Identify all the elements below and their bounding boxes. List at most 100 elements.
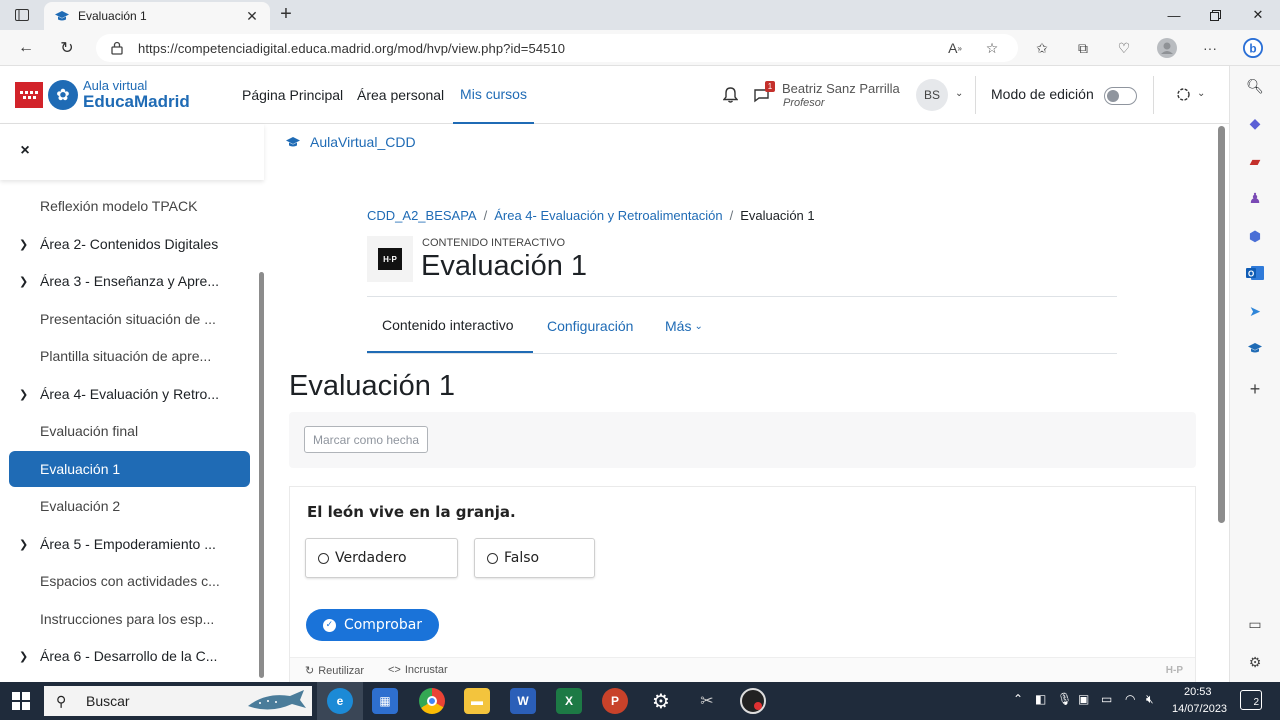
- extensions-icon[interactable]: ♡: [1114, 38, 1134, 58]
- course-index-item[interactable]: Instrucciones para los esp...: [9, 601, 250, 637]
- notifications-icon[interactable]: 2: [1240, 690, 1262, 710]
- settings-taskbar-icon[interactable]: ⚙: [648, 688, 674, 714]
- answer-verdadero[interactable]: Verdadero: [305, 538, 458, 578]
- nav-mis-cursos[interactable]: Mis cursos: [453, 66, 534, 124]
- user-name[interactable]: Beatriz Sanz Parrilla: [782, 81, 900, 96]
- microsoft365-icon[interactable]: ⬢: [1245, 226, 1265, 246]
- tray-app-icon[interactable]: ◧: [1035, 692, 1046, 706]
- drawer-scrollbar[interactable]: [259, 272, 264, 678]
- reuse-button[interactable]: ↻ Reutilizar: [305, 664, 364, 678]
- excel-taskbar-icon[interactable]: X: [556, 688, 582, 714]
- read-aloud-icon[interactable]: A»: [945, 38, 965, 58]
- powerpoint-taskbar-icon[interactable]: P: [602, 688, 628, 714]
- edit-mode-toggle[interactable]: [1104, 87, 1137, 105]
- user-menu-chevron-down-icon[interactable]: ⌄: [955, 88, 963, 99]
- store-taskbar-icon[interactable]: ▦: [372, 688, 398, 714]
- refresh-icon[interactable]: ↻: [56, 38, 78, 58]
- chrome-taskbar-icon[interactable]: [419, 688, 445, 714]
- clock-date[interactable]: 14/07/2023: [1172, 703, 1227, 715]
- divider: [367, 296, 1117, 297]
- send-icon[interactable]: ➤: [1245, 301, 1265, 321]
- breadcrumb-section[interactable]: Área 4- Evaluación y Retroalimentación: [494, 208, 722, 223]
- check-button[interactable]: ✓ Comprobar: [306, 609, 439, 641]
- embed-button[interactable]: <> Incrustar: [388, 664, 448, 676]
- outlook-icon[interactable]: O: [1245, 263, 1265, 283]
- favorites-icon[interactable]: ✩: [1032, 38, 1052, 58]
- course-index-item[interactable]: Presentación situación de ...: [9, 301, 250, 337]
- new-tab-button[interactable]: +: [276, 4, 296, 24]
- add-sidebar-icon[interactable]: +: [1245, 379, 1265, 399]
- course-index-item[interactable]: Reflexión modelo TPACK: [9, 188, 250, 224]
- aula-mortarboard-icon[interactable]: [1245, 338, 1265, 358]
- clock-time[interactable]: 20:53: [1184, 686, 1212, 698]
- collections-icon[interactable]: ⧉: [1073, 38, 1093, 58]
- chevron-down-icon[interactable]: ❯: [19, 538, 33, 551]
- windows-start-icon[interactable]: [12, 692, 30, 710]
- more-options-icon[interactable]: ···: [1200, 38, 1220, 58]
- educamadrid-logo-icon[interactable]: ✿: [48, 80, 78, 110]
- course-index-item[interactable]: Espacios con actividades c...: [9, 563, 250, 599]
- microphone-icon[interactable]: 🎙︎: [1057, 692, 1072, 706]
- minimize-icon[interactable]: —: [1152, 4, 1196, 26]
- course-index-item-active[interactable]: Evaluación 1: [9, 451, 250, 487]
- tab-close-icon[interactable]: ✕: [244, 8, 260, 25]
- breadcrumb-course[interactable]: CDD_A2_BESAPA: [367, 208, 477, 223]
- recorder-taskbar-icon[interactable]: [740, 688, 766, 714]
- back-icon[interactable]: ←: [15, 38, 37, 58]
- course-index-section[interactable]: ❯ Área 3 - Enseñanza y Apre...: [9, 263, 250, 299]
- notifications-bell-icon[interactable]: [720, 85, 740, 105]
- tray-chevron-up-icon[interactable]: ⌃: [1013, 692, 1023, 706]
- close-drawer-icon[interactable]: ×: [16, 142, 34, 160]
- tools-icon[interactable]: ▰: [1245, 151, 1265, 171]
- chevron-down-icon[interactable]: ❯: [19, 238, 33, 251]
- browser-tab-active[interactable]: Evaluación 1 ✕: [44, 2, 270, 30]
- nav-area-personal[interactable]: Área personal: [357, 66, 444, 124]
- course-index-label: Área 5 - Empoderamiento ...: [40, 536, 216, 552]
- tab-contenido-interactivo[interactable]: Contenido interactivo: [367, 298, 533, 354]
- avatar[interactable]: BS: [916, 79, 948, 111]
- profile-icon[interactable]: [1157, 38, 1177, 58]
- nav-pagina-principal[interactable]: Página Principal: [242, 66, 343, 124]
- games-icon[interactable]: ♟: [1245, 188, 1265, 208]
- course-index-section[interactable]: ❯ Área 5 - Empoderamiento ...: [9, 526, 250, 562]
- tab-mas[interactable]: Más ⌄: [665, 298, 703, 354]
- settings-icon[interactable]: ⚙: [1245, 652, 1265, 672]
- course-index-section[interactable]: ❯ Área 4- Evaluación y Retro...: [9, 376, 250, 412]
- tab-title: Evaluación 1: [78, 9, 147, 23]
- h5p-activity-icon: H·P: [367, 236, 413, 282]
- file-explorer-taskbar-icon[interactable]: ▬: [464, 688, 490, 714]
- url-field[interactable]: https://competenciadigital.educa.madrid.…: [96, 34, 1018, 62]
- main-scrollbar[interactable]: [1218, 126, 1225, 523]
- bing-icon[interactable]: b: [1243, 38, 1263, 58]
- h5p-brand-icon[interactable]: H-P: [1166, 665, 1183, 676]
- word-taskbar-icon[interactable]: W: [510, 688, 536, 714]
- course-index-item[interactable]: Evaluación 2: [9, 488, 250, 524]
- restore-icon[interactable]: [1193, 4, 1237, 26]
- course-link[interactable]: AulaVirtual_CDD: [284, 134, 416, 150]
- answer-falso[interactable]: Falso: [474, 538, 595, 578]
- course-index-section[interactable]: ❯ Área 2- Contenidos Digitales: [9, 226, 250, 262]
- chevron-down-icon[interactable]: ❯: [19, 388, 33, 401]
- edge-taskbar-icon[interactable]: e: [327, 688, 353, 714]
- course-index-item[interactable]: Plantilla situación de apre...: [9, 338, 250, 374]
- settings-chevron-down-icon[interactable]: ⌄: [1197, 88, 1205, 99]
- mark-done-button[interactable]: Marcar como hecha: [304, 426, 429, 453]
- volume-muted-icon[interactable]: 🔇︎: [1146, 692, 1154, 707]
- favorite-star-icon[interactable]: ☆: [982, 38, 1002, 58]
- course-index-section[interactable]: ❯ Área 6 - Desarrollo de la C...: [9, 638, 250, 674]
- accessibility-settings-icon[interactable]: [1173, 84, 1193, 104]
- logo-title[interactable]: EducaMadrid: [83, 92, 190, 112]
- window-close-icon[interactable]: ✕: [1236, 4, 1280, 26]
- tab-configuracion[interactable]: Configuración: [547, 298, 633, 354]
- chevron-down-icon[interactable]: ❯: [19, 650, 33, 663]
- battery-icon[interactable]: ▭: [1101, 692, 1112, 706]
- chevron-down-icon[interactable]: ❯: [19, 275, 33, 288]
- snipping-tool-taskbar-icon[interactable]: ✂: [694, 688, 720, 714]
- sidebar-layout-icon[interactable]: ▭: [1245, 614, 1265, 634]
- shopping-icon[interactable]: ◆: [1245, 113, 1265, 133]
- search-icon[interactable]: 🔍︎: [1245, 76, 1265, 96]
- tab-actions-icon[interactable]: [10, 6, 34, 24]
- course-index-item[interactable]: Evaluación final: [9, 413, 250, 449]
- camera-icon[interactable]: ▣: [1078, 692, 1089, 706]
- wifi-icon[interactable]: ◠: [1125, 692, 1135, 706]
